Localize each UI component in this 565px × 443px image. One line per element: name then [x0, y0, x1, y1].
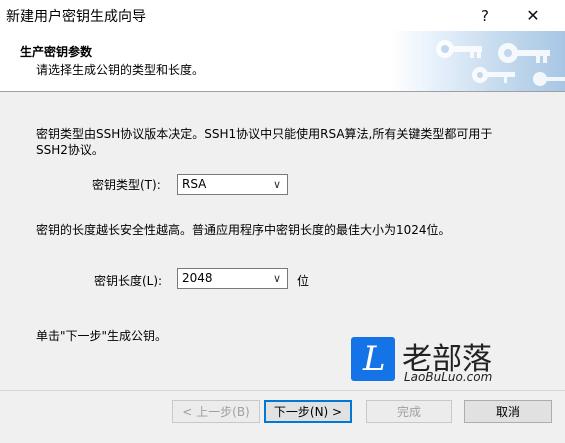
chevron-down-icon: ∨ — [272, 178, 281, 191]
header-title: 生产密钥参数 — [20, 45, 93, 59]
watermark-site-url: LaoBuLuo.com — [404, 370, 493, 384]
chevron-down-icon: ∨ — [272, 272, 281, 285]
wizard-header: 生产密钥参数 请选择生成公钥的类型和长度。 — [0, 31, 565, 92]
watermark-logo: L — [351, 337, 395, 381]
key-type-info-line1: 密钥类型由SSH协议版本决定。SSH1协议中只能使用RSA算法,所有关键类型都可… — [36, 127, 493, 141]
title-bar: 新建用户密钥生成向导 ? ✕ — [0, 0, 565, 31]
next-hint: 单击"下一步"生成公钥。 — [36, 329, 168, 343]
key-type-info-line2: SSH2协议。 — [36, 143, 104, 157]
next-button[interactable]: 下一步(N) > — [264, 400, 352, 423]
key-icon — [436, 40, 565, 86]
finish-button[interactable]: 完成 — [366, 400, 452, 423]
key-length-value: 2048 — [182, 271, 213, 285]
back-button[interactable]: < 上一步(B) — [172, 400, 260, 423]
close-button[interactable]: ✕ — [510, 0, 556, 31]
keys-banner-image — [390, 31, 565, 91]
header-subtitle: 请选择生成公钥的类型和长度。 — [36, 63, 205, 77]
key-type-label: 密钥类型(T): — [92, 178, 161, 192]
key-length-select[interactable]: 2048 ∨ — [177, 268, 288, 289]
key-length-unit: 位 — [297, 274, 310, 288]
help-button[interactable]: ? — [462, 0, 508, 31]
cancel-button[interactable]: 取消 — [464, 400, 552, 423]
window-title: 新建用户密钥生成向导 — [6, 9, 146, 25]
key-length-info: 密钥的长度越长安全性越高。普通应用程序中密钥长度的最佳大小为1024位。 — [36, 223, 451, 237]
key-type-value: RSA — [182, 177, 207, 191]
key-type-select[interactable]: RSA ∨ — [177, 174, 288, 195]
key-length-label: 密钥长度(L): — [94, 274, 163, 288]
